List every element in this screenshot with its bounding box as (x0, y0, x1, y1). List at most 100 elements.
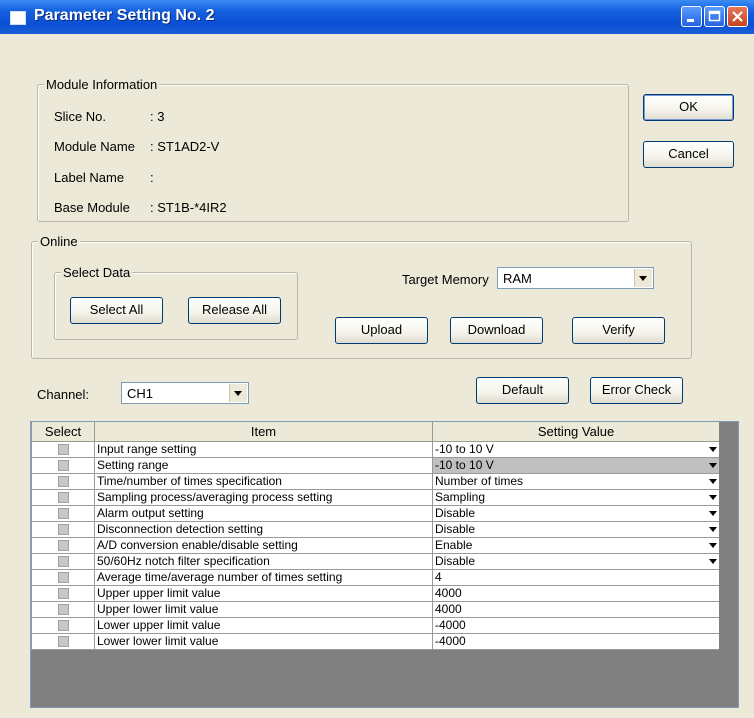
row-select-cell[interactable] (31, 569, 95, 586)
row-select-cell[interactable] (31, 617, 95, 634)
ok-button[interactable]: OK (643, 94, 734, 121)
setting-value-cell[interactable]: -4000 (432, 633, 720, 650)
setting-value-text: -4000 (435, 634, 466, 649)
target-memory-value: RAM (503, 271, 532, 286)
grid-scroll-area[interactable] (719, 422, 738, 707)
table-row: Alarm output setting Disable (31, 505, 720, 522)
setting-value-text: Sampling (435, 490, 486, 505)
setting-value-cell[interactable]: Disable (432, 553, 720, 570)
table-row: Disconnection detection setting Disable (31, 521, 720, 538)
table-row: A/D conversion enable/disable setting Ena… (31, 537, 720, 554)
label-name-value: : (150, 170, 154, 185)
row-select-cell[interactable] (31, 489, 95, 506)
channel-select[interactable]: CH1 (121, 382, 249, 404)
setting-value-cell[interactable]: 4000 (432, 585, 720, 602)
setting-value-text: 4000 (435, 586, 462, 601)
row-select-cell[interactable] (31, 585, 95, 602)
setting-value-text: Disable (435, 554, 476, 569)
setting-value-cell[interactable]: Number of times (432, 473, 720, 490)
chevron-down-icon[interactable] (709, 463, 717, 468)
row-checkbox[interactable] (57, 556, 69, 568)
maximize-button[interactable] (704, 6, 725, 27)
row-checkbox[interactable] (57, 636, 69, 648)
row-select-cell[interactable] (31, 457, 95, 474)
setting-value-text: Enable (435, 538, 473, 553)
verify-button[interactable]: Verify (572, 317, 665, 344)
table-row: Sampling process/averaging process setti… (31, 489, 720, 506)
row-checkbox[interactable] (57, 460, 69, 472)
row-checkbox[interactable] (57, 524, 69, 536)
chevron-down-icon[interactable] (709, 447, 717, 452)
item-cell: Time/number of times specification (94, 473, 433, 490)
table-row: Average time/average number of times set… (31, 569, 720, 586)
table-row: 50/60Hz notch filter specification Disabl… (31, 553, 720, 570)
row-checkbox[interactable] (57, 508, 69, 520)
chevron-down-icon[interactable] (634, 269, 652, 287)
setting-value-cell[interactable]: 4 (432, 569, 720, 586)
setting-value-cell[interactable]: 4000 (432, 601, 720, 618)
chevron-down-icon[interactable] (709, 543, 717, 548)
setting-value-column-header[interactable]: Setting Value (432, 422, 720, 442)
select-data-legend: Select Data (61, 265, 133, 280)
item-cell: Setting range (94, 457, 433, 474)
release-all-button[interactable]: Release All (188, 297, 281, 324)
row-checkbox[interactable] (57, 588, 69, 600)
download-button[interactable]: Download (450, 317, 543, 344)
row-select-cell[interactable] (31, 553, 95, 570)
chevron-down-icon[interactable] (709, 495, 717, 500)
table-header-row: Select Item Setting Value (31, 422, 720, 442)
row-select-cell[interactable] (31, 505, 95, 522)
setting-value-cell[interactable]: -10 to 10 V (432, 457, 720, 474)
chevron-down-icon[interactable] (709, 527, 717, 532)
row-checkbox[interactable] (57, 540, 69, 552)
online-group: Online Select Data Select All Release Al… (31, 234, 692, 359)
minimize-button[interactable] (681, 6, 702, 27)
row-select-cell[interactable] (31, 441, 95, 458)
title-bar[interactable]: Parameter Setting No. 2 (0, 0, 754, 34)
maximize-icon (708, 10, 721, 22)
row-select-cell[interactable] (31, 601, 95, 618)
slice-no-value: : 3 (150, 109, 165, 124)
chevron-down-icon[interactable] (709, 479, 717, 484)
setting-value-cell[interactable]: -4000 (432, 617, 720, 634)
chevron-down-icon[interactable] (709, 559, 717, 564)
setting-value-cell[interactable]: -10 to 10 V (432, 441, 720, 458)
row-select-cell[interactable] (31, 633, 95, 650)
item-cell: Sampling process/averaging process setti… (94, 489, 433, 506)
table-row: Upper upper limit value 4000 (31, 585, 720, 602)
row-select-cell[interactable] (31, 473, 95, 490)
row-checkbox[interactable] (57, 572, 69, 584)
table-row: Time/number of times specification Number… (31, 473, 720, 490)
setting-value-text: Number of times (435, 474, 524, 489)
item-cell: Input range setting (94, 441, 433, 458)
row-checkbox[interactable] (57, 492, 69, 504)
table-row: Setting range -10 to 10 V (31, 457, 720, 474)
chevron-down-icon[interactable] (709, 511, 717, 516)
item-cell: Lower upper limit value (94, 617, 433, 634)
target-memory-label: Target Memory (402, 272, 489, 287)
default-button[interactable]: Default (476, 377, 569, 404)
error-check-button[interactable]: Error Check (590, 377, 683, 404)
row-select-cell[interactable] (31, 521, 95, 538)
setting-value-cell[interactable]: Sampling (432, 489, 720, 506)
setting-value-cell[interactable]: Disable (432, 521, 720, 538)
row-checkbox[interactable] (57, 476, 69, 488)
module-name-label: Module Name (54, 139, 135, 154)
select-all-button[interactable]: Select All (70, 297, 163, 324)
setting-value-cell[interactable]: Enable (432, 537, 720, 554)
item-column-header[interactable]: Item (94, 422, 433, 442)
item-cell: 50/60Hz notch filter specification (94, 553, 433, 570)
close-button[interactable] (727, 6, 748, 27)
row-checkbox[interactable] (57, 620, 69, 632)
target-memory-select[interactable]: RAM (497, 267, 654, 289)
setting-value-cell[interactable]: Disable (432, 505, 720, 522)
select-data-group: Select Data Select All Release All (54, 265, 298, 340)
cancel-button[interactable]: Cancel (643, 141, 734, 168)
select-column-header[interactable]: Select (31, 422, 95, 442)
row-select-cell[interactable] (31, 537, 95, 554)
chevron-down-icon[interactable] (229, 384, 247, 402)
upload-button[interactable]: Upload (335, 317, 428, 344)
row-checkbox[interactable] (57, 444, 69, 456)
row-checkbox[interactable] (57, 604, 69, 616)
base-module-label: Base Module (54, 200, 130, 215)
